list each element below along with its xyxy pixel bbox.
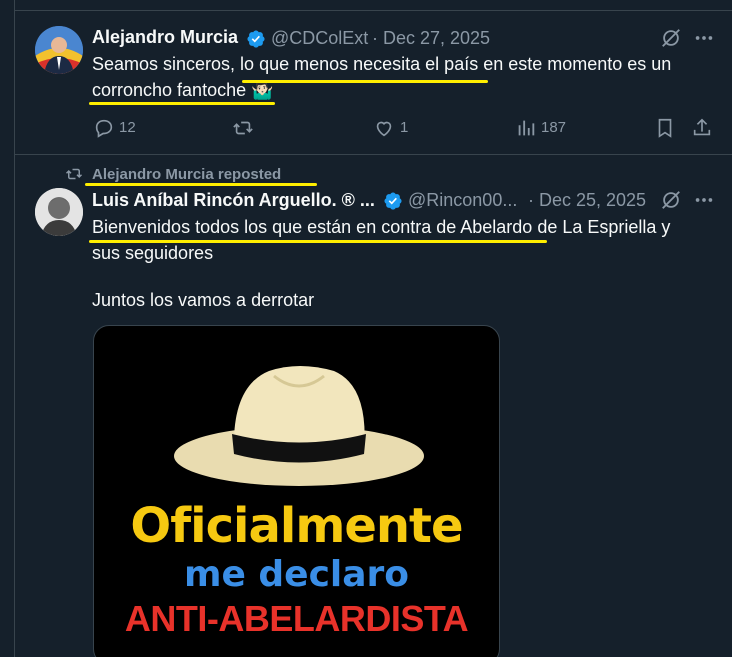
grok-icon[interactable] [660,27,682,49]
retweet-icon [65,168,83,180]
divider [15,154,732,155]
timeline: Alejandro Murcia @CDColExt · Dec 27, 202… [14,0,732,657]
bookmark-icon[interactable] [654,117,676,139]
author-name[interactable]: Luis Aníbal Rincón Arguello. ® ... [92,190,375,211]
repost-label[interactable]: Alejandro Murcia reposted [92,166,281,183]
handle[interactable]: @Rincon00... [408,190,517,211]
like-count: 1 [400,119,409,136]
verified-icon [247,30,265,48]
reply-icon[interactable] [93,117,115,139]
more-icon[interactable] [693,189,715,211]
grok-icon[interactable] [660,189,682,211]
timestamp[interactable]: · Dec 25, 2025 [528,190,646,211]
tweet-text-line: Bienvenidos todos los que están en contr… [92,217,671,237]
verified-icon [384,192,402,210]
highlight-underline [85,183,317,186]
highlight-underline [242,80,488,83]
timestamp[interactable]: · Dec 27, 2025 [372,28,490,49]
tweet-image[interactable]: Oficialmente me declaro ANTI-ABELARDISTA [93,325,500,657]
more-icon[interactable] [693,27,715,49]
avatar[interactable] [35,188,83,236]
poster-line: Oficialmente [130,498,463,554]
views-icon[interactable] [515,117,537,139]
retweet-icon[interactable] [232,117,254,139]
poster-line: ANTI-ABELARDISTA [124,598,469,639]
heart-icon[interactable] [373,117,395,139]
author-name[interactable]: Alejandro Murcia [92,27,238,48]
hat-icon [174,366,424,486]
handle[interactable]: @CDColExt [271,28,368,49]
tweet-text-line: sus seguidores [92,243,214,263]
share-icon[interactable] [691,117,713,139]
view-count: 187 [541,119,567,136]
reply-count: 12 [119,119,136,136]
highlight-underline [89,240,547,243]
poster-line: me declaro [183,554,410,595]
divider [15,10,732,11]
tweet-text-line: Seamos sinceros, lo que menos necesita e… [92,54,672,74]
tweet-text-line: Juntos los vamos a derrotar [92,290,315,310]
avatar[interactable] [35,26,83,74]
highlight-underline [89,102,275,105]
